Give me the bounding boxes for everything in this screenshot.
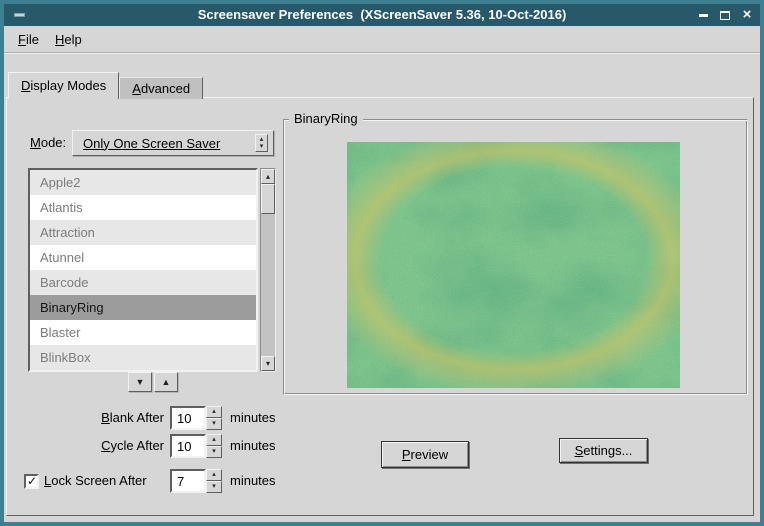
move-up-button[interactable]: ▲ [154, 372, 178, 392]
lock-after-input[interactable] [170, 469, 206, 493]
checkmark-icon: ✓ [27, 476, 37, 487]
lock-after-unit: minutes [230, 471, 276, 491]
menubar: File Help [4, 26, 760, 52]
menu-help[interactable]: Help [47, 30, 90, 49]
blank-after-increment[interactable]: ▴ [206, 406, 222, 418]
dropdown-up-arrow-icon: ▴ [260, 136, 264, 143]
window-controls: × [695, 4, 755, 26]
lock-after-increment[interactable]: ▴ [206, 469, 222, 481]
tab-advanced[interactable]: Advanced [119, 77, 203, 99]
xscreensaver-preferences-window: Screensaver Preferences (XScreenSaver 5.… [0, 0, 764, 526]
cycle-after-steppers: ▴ ▾ [206, 434, 222, 458]
cycle-after-increment[interactable]: ▴ [206, 434, 222, 446]
cycle-after-label: Cycle After [24, 436, 164, 456]
lock-checkbox[interactable]: ✓ [24, 474, 39, 489]
blank-after-spinbox: ▴ ▾ [170, 406, 222, 430]
preview-button[interactable]: Preview [381, 441, 469, 468]
maximize-button[interactable] [717, 7, 733, 23]
blank-after-steppers: ▴ ▾ [206, 406, 222, 430]
dropdown-down-arrow-icon: ▾ [260, 143, 264, 150]
cycle-after-spinbox: ▴ ▾ [170, 434, 222, 458]
minimize-icon [699, 14, 708, 17]
close-button[interactable]: × [739, 7, 755, 23]
scrollbar-thumb[interactable] [261, 184, 275, 214]
maximize-icon [720, 11, 730, 20]
dropdown-indicator-icon: ▴ ▾ [255, 134, 268, 152]
move-down-button[interactable]: ▼ [128, 372, 152, 392]
saver-list-item[interactable]: BlinkBox [30, 345, 256, 370]
saver-list-item[interactable]: Barcode [30, 270, 256, 295]
settings-button[interactable]: Settings... [559, 438, 648, 463]
cycle-after-input[interactable] [170, 434, 206, 458]
scroll-up-button[interactable]: ▴ [261, 169, 275, 184]
mode-label: Mode: [30, 133, 66, 153]
screensaver-preview-image [347, 142, 680, 388]
preview-ring-overlay [347, 142, 680, 388]
lock-after-decrement[interactable]: ▾ [206, 481, 222, 493]
screensaver-list: Apple2 Atlantis Attraction Atunnel Barco… [28, 168, 258, 372]
tab-display-modes[interactable]: Display Modes [8, 72, 119, 99]
mode-dropdown-value: Only One Screen Saver [83, 136, 220, 151]
lock-after-label: Lock Screen After [44, 471, 147, 491]
saver-list-item[interactable]: BinaryRing [30, 295, 256, 320]
titlebar[interactable]: Screensaver Preferences (XScreenSaver 5.… [4, 4, 760, 26]
scroll-down-button[interactable]: ▾ [261, 356, 275, 371]
blank-after-label: Blank After [24, 408, 164, 428]
lock-after-spinbox: ▴ ▾ [170, 469, 222, 493]
cycle-after-unit: minutes [230, 436, 276, 456]
blank-after-unit: minutes [230, 408, 276, 428]
window-title: Screensaver Preferences (XScreenSaver 5.… [4, 4, 760, 26]
saver-list-item[interactable]: Atunnel [30, 245, 256, 270]
saver-list-item[interactable]: Apple2 [30, 170, 256, 195]
saver-list-item[interactable]: Atlantis [30, 195, 256, 220]
lock-after-steppers: ▴ ▾ [206, 469, 222, 493]
cycle-after-decrement[interactable]: ▾ [206, 446, 222, 458]
mode-dropdown[interactable]: Only One Screen Saver ▴ ▾ [72, 130, 274, 156]
saver-list-item[interactable]: Attraction [30, 220, 256, 245]
close-icon: × [743, 7, 752, 23]
blank-after-input[interactable] [170, 406, 206, 430]
preview-frame-label: BinaryRing [289, 111, 363, 127]
minimize-button[interactable] [695, 7, 711, 23]
list-scrollbar[interactable]: ▴ ▾ [260, 168, 276, 372]
menu-file[interactable]: File [10, 30, 47, 49]
notebook-tabs: Display Modes Advanced [8, 72, 203, 99]
saver-list-item[interactable]: Blaster [30, 320, 256, 345]
blank-after-decrement[interactable]: ▾ [206, 418, 222, 430]
